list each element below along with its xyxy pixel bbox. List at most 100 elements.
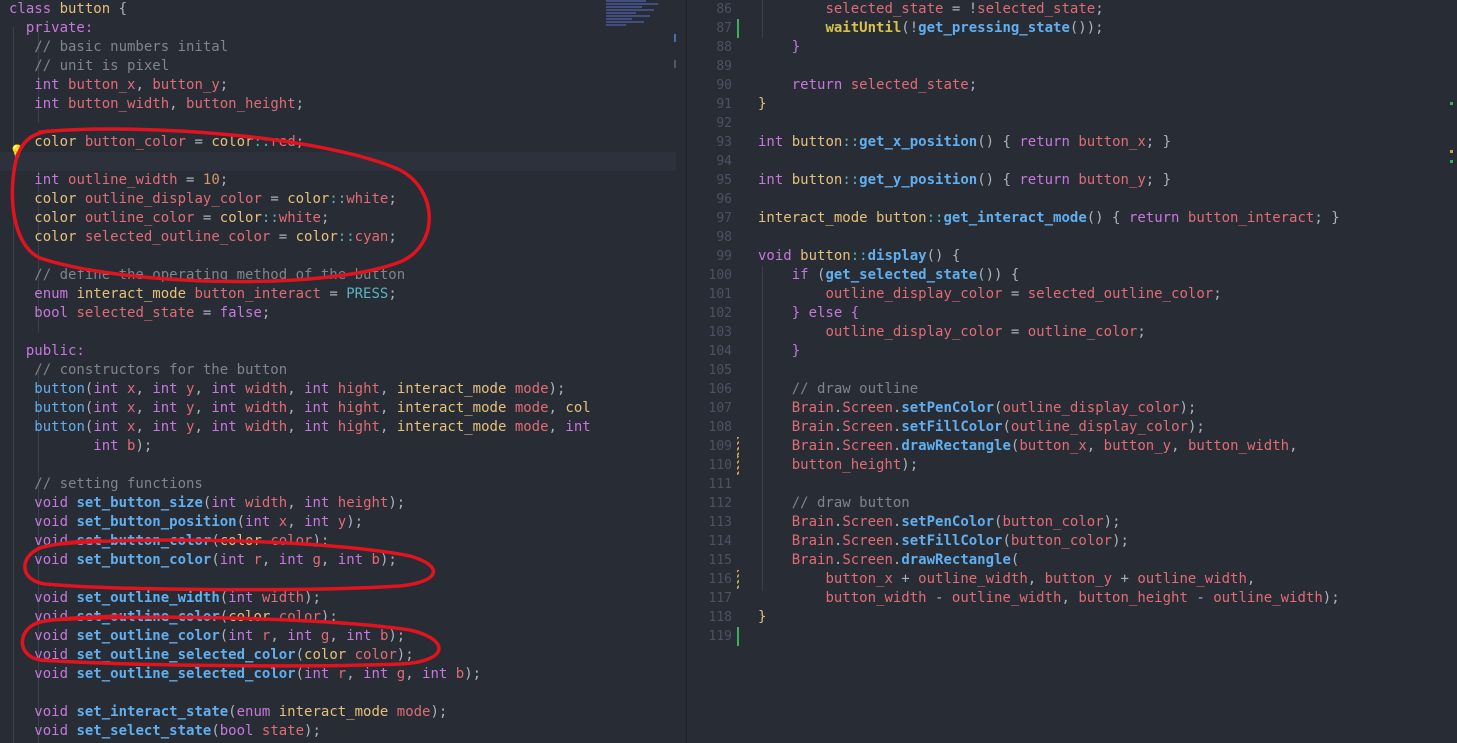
code-token: set_button_position [76,514,237,530]
code-line[interactable]: 111 [690,475,1457,494]
code-line[interactable]: // setting functions [0,475,676,494]
code-line[interactable]: 93 int button::get_x_position() { return … [690,133,1457,152]
code-line[interactable]: 113 Brain.Screen.setPenColor(button_colo… [690,513,1457,532]
code-line[interactable]: 97 interact_mode button::get_interact_mod… [690,209,1457,228]
code-line[interactable]: 107 Brain.Screen.setPenColor(outline_dis… [690,399,1457,418]
code-line[interactable]: 91} [690,95,1457,114]
right-editor-pane[interactable]: 86 selected_state = !selected_state; 87 w… [690,0,1457,743]
line-number: 113 [708,515,732,530]
code-line[interactable]: button(int x, int y, int width, int high… [0,380,676,399]
code-line[interactable]: 118} [690,608,1457,627]
code-line[interactable]: void set_button_size(int width, int heig… [0,494,676,513]
code-line[interactable]: 104 } [690,342,1457,361]
code-line[interactable]: 95 int button::get_y_position() { return … [690,171,1457,190]
code-line[interactable]: 105 [690,361,1457,380]
change-added-marker[interactable] [737,19,739,38]
code-token: interact_mode [396,381,507,397]
code-line[interactable]: 98 [690,228,1457,247]
code-line[interactable]: 100 if (get_selected_state()) { [690,266,1457,285]
code-line[interactable]: 87 waitUntil(!get_pressing_state()); [690,19,1457,38]
change-modified-marker[interactable] [737,437,739,456]
code-line[interactable]: void set_outline_selected_color(int r, i… [0,665,676,684]
code-line[interactable]: void set_button_color(int r, int g, int … [0,551,676,570]
code-line[interactable]: color button_color = color::red; [0,133,676,152]
left-code-area[interactable]: class button { private: // basic numbers… [0,0,676,741]
code-line[interactable]: 110 button_height); [690,456,1457,475]
change-modified-marker[interactable] [737,456,739,475]
code-line[interactable]: 106 // draw outline [690,380,1457,399]
code-line[interactable]: 102 } else { [690,304,1457,323]
code-line[interactable]: // define the operating method of the bu… [0,266,676,285]
code-line[interactable]: private: [0,19,676,38]
code-line[interactable] [0,684,676,703]
code-line[interactable]: 119 [690,627,1457,646]
code-line[interactable]: int b); [0,437,676,456]
right-code-area[interactable]: 86 selected_state = !selected_state; 87 w… [690,0,1457,646]
code-token: int [304,419,330,435]
change-modified-marker[interactable] [737,570,739,589]
code-line[interactable]: color selected_outline_color = color::cy… [0,228,676,247]
code-line[interactable] [0,247,676,266]
code-line[interactable] [0,323,676,342]
code-line[interactable]: enum interact_mode button_interact = PRE… [0,285,676,304]
code-line[interactable]: class button { [0,0,676,19]
lightbulb-icon[interactable]: 💡 [9,143,25,162]
code-line[interactable]: 94 [690,152,1457,171]
code-line[interactable]: public: [0,342,676,361]
change-added-marker[interactable] [737,627,739,646]
minimap[interactable] [606,0,666,40]
code-line[interactable] [0,152,676,171]
code-line[interactable]: 99 void button::display() { [690,247,1457,266]
code-line[interactable]: 90 return selected_state; [690,76,1457,95]
code-token: int [93,419,119,435]
split-divider[interactable] [686,0,687,743]
code-line[interactable] [0,570,676,589]
code-line[interactable]: void set_outline_selected_color(color co… [0,646,676,665]
code-line[interactable]: int button_width, button_height; [0,95,676,114]
code-line[interactable]: void set_button_color(color color); [0,532,676,551]
code-line[interactable]: void set_outline_color(color color); [0,608,676,627]
code-line[interactable]: 116 button_x + outline_width, button_y +… [690,570,1457,589]
code-line[interactable]: // unit is pixel [0,57,676,76]
code-token: outline_color [1027,324,1138,340]
code-line[interactable]: 96 [690,190,1457,209]
code-line[interactable]: // basic numbers inital [0,38,676,57]
code-line[interactable]: 101 outline_display_color = selected_out… [690,285,1457,304]
code-line[interactable]: 86 selected_state = !selected_state; [690,0,1457,19]
code-line[interactable] [0,114,676,133]
code-line[interactable]: void set_button_position(int x, int y); [0,513,676,532]
code-token: button_width [59,96,170,112]
code-line[interactable]: void set_select_state(bool state); [0,722,676,741]
code-line[interactable]: int outline_width = 10; [0,171,676,190]
code-line[interactable]: bool selected_state = false; [0,304,676,323]
code-token: r [253,628,271,644]
code-line[interactable]: 108 Brain.Screen.setFillColor(outline_di… [690,418,1457,437]
code-line[interactable]: 114 Brain.Screen.setFillColor(button_col… [690,532,1457,551]
code-line[interactable] [0,456,676,475]
code-line[interactable]: void set_outline_width(int width); [0,589,676,608]
code-line[interactable]: color outline_color = color::white; [0,209,676,228]
code-line[interactable]: int button_x, button_y; [0,76,676,95]
code-token: class [9,1,60,17]
code-line[interactable]: button(int x, int y, int width, int high… [0,399,676,418]
line-number: 103 [708,325,732,340]
code-line[interactable]: color outline_display_color = color::whi… [0,190,676,209]
code-token: = [320,286,347,302]
code-line[interactable]: 115 Brain.Screen.drawRectangle( [690,551,1457,570]
code-line[interactable]: 112 // draw button [690,494,1457,513]
left-editor-pane[interactable]: class button { private: // basic numbers… [0,0,676,743]
code-line[interactable]: void set_outline_color(int r, int g, int… [0,627,676,646]
code-line[interactable]: void set_interact_state(enum interact_mo… [0,703,676,722]
code-line[interactable]: 88 } [690,38,1457,57]
code-line[interactable]: button(int x, int y, int width, int high… [0,418,676,437]
code-token: void [34,628,69,644]
code-line[interactable]: 89 [690,57,1457,76]
code-line[interactable]: // constructors for the button [0,361,676,380]
code-line[interactable]: 92 [690,114,1457,133]
code-line[interactable]: 109 Brain.Screen.drawRectangle(button_x,… [690,437,1457,456]
code-line[interactable]: 103 outline_display_color = outline_colo… [690,323,1457,342]
code-line[interactable]: 117 button_width - outline_width, button… [690,589,1457,608]
